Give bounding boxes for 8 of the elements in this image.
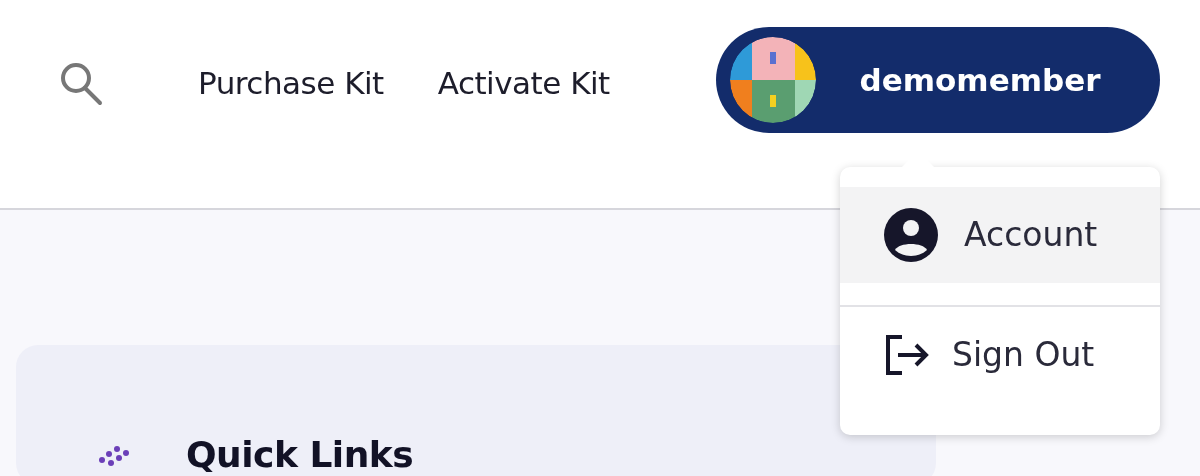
sign-out-icon <box>884 334 930 376</box>
section-title: Quick Links <box>186 433 414 476</box>
nav-link[interactable]: Purchase Kit <box>198 60 384 107</box>
menu-item[interactable]: Sign Out <box>840 307 1160 403</box>
user-menu-button[interactable]: demomember <box>716 27 1160 133</box>
nav-link[interactable]: Activate Kit <box>437 60 610 107</box>
user-icon <box>884 208 938 262</box>
menu-item[interactable]: Account <box>840 187 1160 283</box>
